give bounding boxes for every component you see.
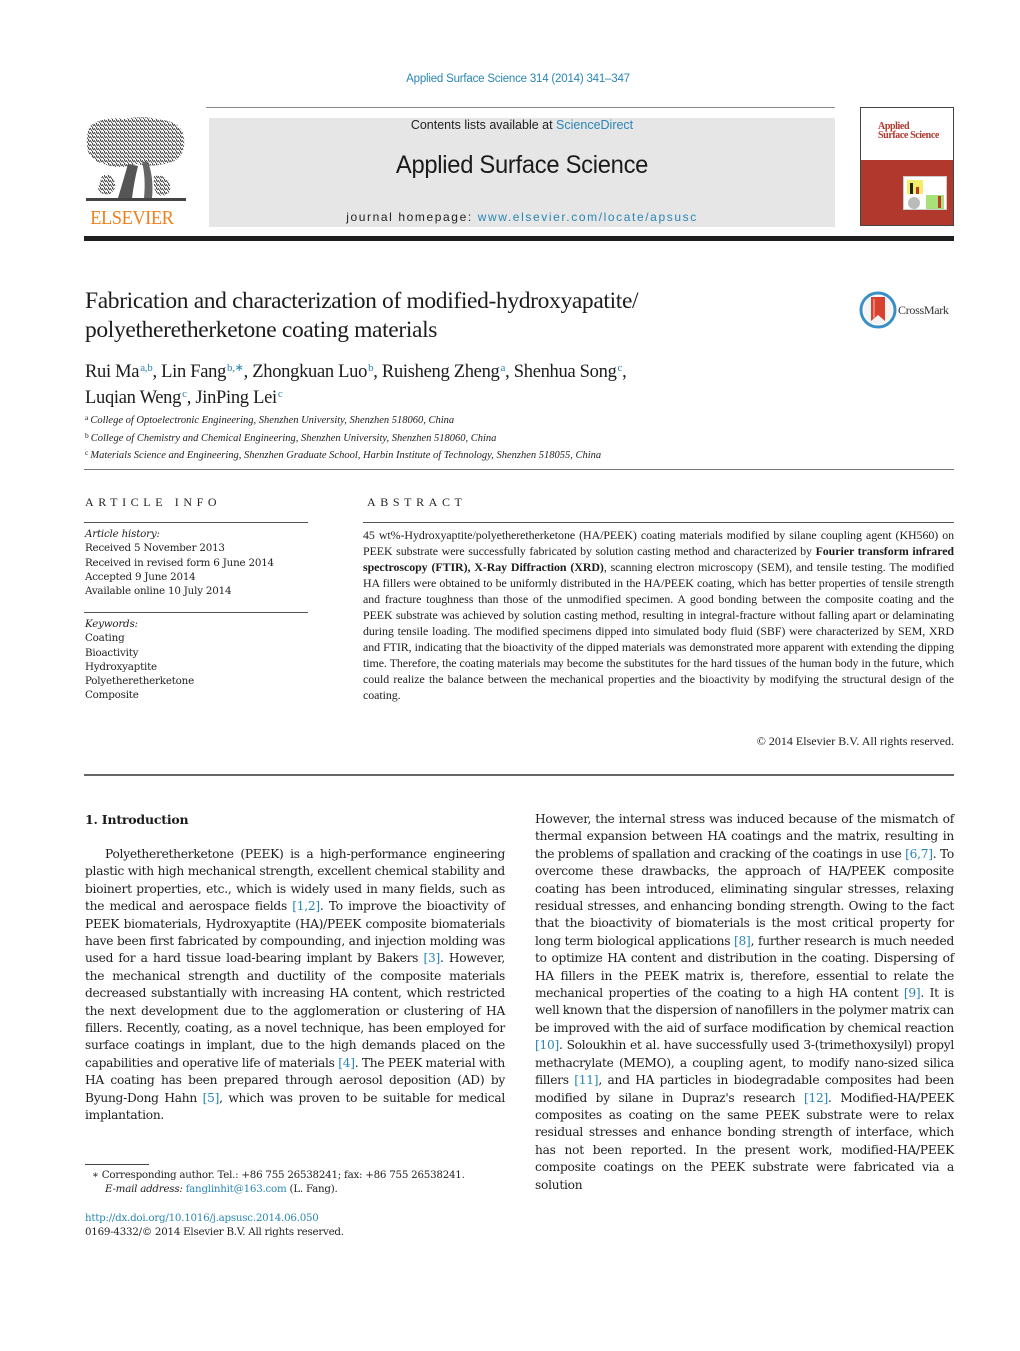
doi-link[interactable]: http://dx.doi.org/10.1016/j.apsusc.2014.… — [85, 1212, 319, 1224]
homepage-prefix: journal homepage: — [346, 210, 478, 224]
abstract-text: 45 wt%-Hydroxyaptite/polyetheretherketon… — [363, 528, 954, 702]
body-divider — [84, 774, 954, 776]
affiliation-list: a College of Optoelectronic Engineering, … — [85, 411, 845, 464]
sciencedirect-link[interactable]: ScienceDirect — [556, 118, 633, 132]
article-title: Fabrication and characterization of modi… — [85, 288, 639, 343]
author-affiliation-ref[interactable]: b,∗ — [227, 362, 244, 374]
body-text: . To overcome these drawbacks, the appro… — [535, 846, 954, 948]
cover-figure-collage — [903, 176, 947, 210]
journal-homepage-link[interactable]: www.elsevier.com/locate/apsusc — [478, 210, 698, 224]
history-item: Received 5 November 2013 — [85, 542, 225, 555]
keyword: Polyetheretherketone — [85, 675, 194, 688]
author-affiliation-ref[interactable]: a,b — [140, 362, 153, 374]
issn-copyright: 0169-4332/© 2014 Elsevier B.V. All right… — [85, 1226, 344, 1239]
author[interactable]: Lin Fangb,∗ — [161, 362, 244, 382]
contents-line: Contents lists available at ScienceDirec… — [209, 118, 835, 132]
abstract-divider — [363, 522, 954, 523]
intro-paragraph-right: However, the internal stress was induced… — [535, 811, 954, 1194]
keywords-label: Keywords: — [85, 618, 138, 630]
affiliation: b College of Chemistry and Chemical Engin… — [85, 430, 497, 444]
keyword: Hydroxyaptite — [85, 660, 157, 673]
body-text: . Modified-HA/PEEK composites as coating… — [535, 1090, 955, 1192]
front-matter-divider — [84, 469, 954, 470]
cover-title-line2: Surface Science — [878, 130, 939, 141]
author-affiliation-ref[interactable]: c — [278, 388, 283, 400]
elsevier-tree-icon — [86, 117, 186, 201]
top-divider — [206, 107, 835, 108]
author-list: Rui Maa,b, Lin Fangb,∗, Zhongkuan Luob, … — [85, 362, 627, 408]
abstract-heading: ABSTRACT — [367, 495, 467, 509]
citation-link[interactable]: [12] — [804, 1091, 828, 1105]
citation-link[interactable]: [3] — [423, 951, 440, 965]
elsevier-wordmark: ELSEVIER — [90, 207, 174, 229]
journal-reference-link[interactable]: Applied Surface Science 314 (2014) 341–3… — [0, 73, 1020, 85]
citation-link[interactable]: [11] — [574, 1073, 598, 1087]
footnote-contact: Corresponding author. Tel.: +86 755 2653… — [98, 1169, 465, 1181]
contents-prefix: Contents lists available at — [410, 118, 557, 132]
citation-link[interactable]: [4] — [338, 1056, 355, 1070]
citation-link[interactable]: [5] — [203, 1091, 220, 1105]
doi-block: http://dx.doi.org/10.1016/j.apsusc.2014.… — [85, 1211, 505, 1240]
author[interactable]: Shenhua Songc — [514, 362, 623, 382]
author[interactable]: Ruisheng Zhenga — [382, 362, 505, 382]
keyword: Bioactivity — [85, 646, 139, 659]
article-info-heading: ARTICLE INFO — [85, 495, 222, 509]
history-item: Accepted 9 June 2014 — [85, 570, 196, 583]
author[interactable]: JinPing Leic — [195, 388, 282, 408]
keyword: Coating — [85, 632, 125, 645]
affiliation: a College of Optoelectronic Engineering, … — [85, 413, 455, 426]
email-link[interactable]: fanglinhit@163.com — [186, 1183, 287, 1195]
article-history: Article history: Received 5 November 201… — [85, 527, 315, 598]
citation-link[interactable]: [1,2] — [292, 899, 320, 913]
crossmark-button[interactable]: CrossMark — [859, 291, 959, 329]
elsevier-logo[interactable]: ELSEVIER — [84, 116, 188, 229]
keywords: Keywords: Coating Bioactivity Hydroxyapt… — [85, 617, 315, 703]
journal-masthead: Contents lists available at ScienceDirec… — [209, 118, 835, 227]
history-label: Article history: — [85, 528, 160, 540]
author[interactable]: Luqian Wengc — [85, 388, 187, 408]
keywords-divider — [84, 612, 308, 613]
crossmark-label: CrossMark — [898, 303, 949, 317]
citation-link[interactable]: [8] — [734, 934, 751, 948]
keyword: Composite — [85, 689, 139, 702]
citation-link[interactable]: [6,7] — [905, 847, 933, 861]
section-heading-introduction: 1. Introduction — [85, 812, 189, 827]
body-text: . However, the mechanical strength and d… — [85, 951, 505, 1070]
abstract-copyright: © 2014 Elsevier B.V. All rights reserved… — [756, 734, 954, 748]
corresponding-author-footnote: ∗ Corresponding author. Tel.: +86 755 26… — [92, 1169, 465, 1196]
history-item: Available online 10 July 2014 — [85, 585, 232, 598]
history-item: Received in revised form 6 June 2014 — [85, 556, 274, 569]
email-label: E-mail address: — [105, 1183, 186, 1196]
footnote-marker: ∗ — [92, 1169, 99, 1181]
journal-title: Applied Surface Science — [395, 151, 649, 179]
body-text: However, the internal stress was induced… — [535, 812, 954, 861]
author[interactable]: Rui Maa,b — [85, 362, 153, 382]
intro-paragraph-left: Polyetheretherketone (PEEK) is a high-pe… — [85, 846, 505, 1125]
cover-title: Applied Surface Science — [878, 122, 939, 141]
homepage-line: journal homepage: www.elsevier.com/locat… — [209, 210, 835, 224]
author[interactable]: Zhongkuan Luob — [252, 362, 373, 382]
citation-link[interactable]: [10] — [535, 1038, 559, 1052]
affiliation: c Materials Science and Engineering, Shen… — [85, 448, 602, 462]
header-thick-divider — [84, 236, 954, 241]
citation-link[interactable]: [9] — [904, 986, 921, 1000]
footnote-divider — [85, 1164, 149, 1165]
crossmark-icon — [859, 291, 897, 329]
journal-cover-thumbnail[interactable]: Applied Surface Science — [860, 107, 954, 226]
article-info-divider — [84, 522, 308, 523]
